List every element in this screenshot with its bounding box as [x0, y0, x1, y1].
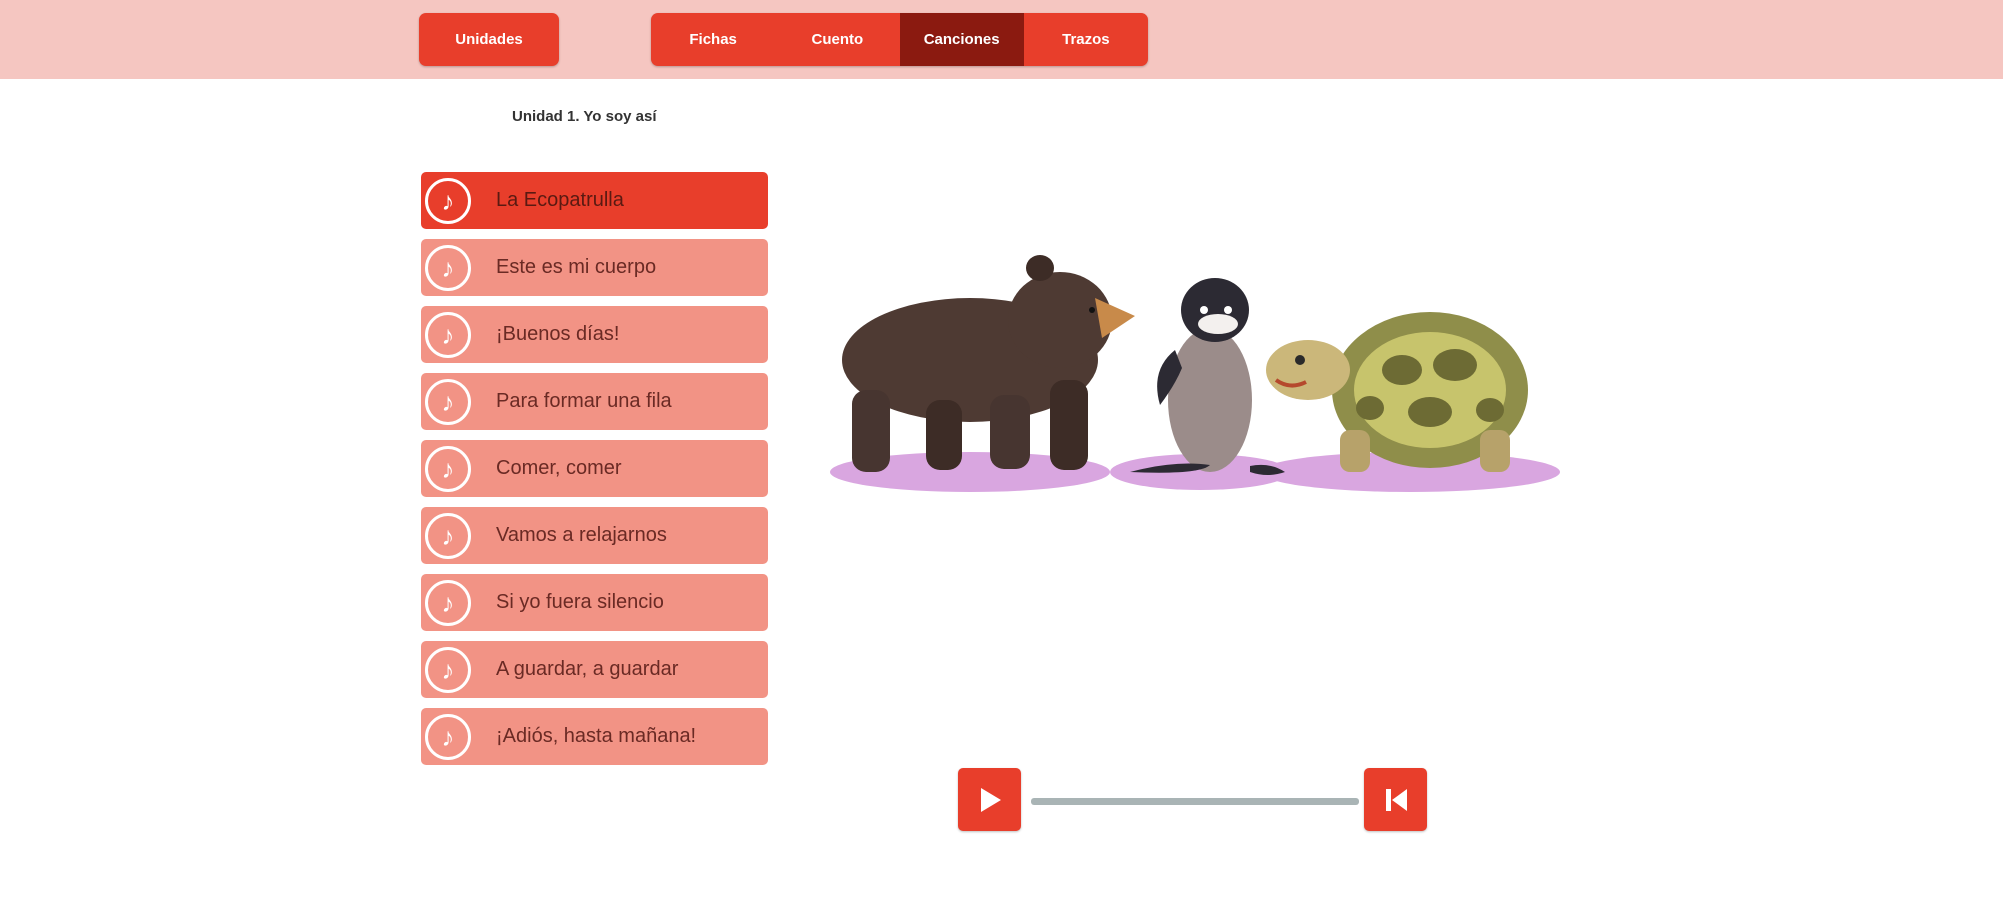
tab-cuento[interactable]: Cuento: [775, 13, 899, 66]
song-label: Para formar una fila: [496, 390, 672, 412]
tab-trazos[interactable]: Trazos: [1024, 13, 1148, 66]
tab-canciones[interactable]: Canciones: [899, 13, 1024, 66]
play-button[interactable]: [958, 768, 1021, 831]
music-note-icon: ♪: [425, 244, 471, 291]
song-label: Si yo fuera silencio: [496, 591, 664, 613]
music-note-icon: ♪: [425, 579, 471, 626]
song-label: ¡Buenos días!: [496, 323, 620, 345]
restart-button[interactable]: [1364, 768, 1427, 831]
play-icon: [980, 787, 1001, 812]
turtle-illustration: [1266, 312, 1528, 472]
audio-progress-track[interactable]: [1031, 798, 1359, 805]
song-item-este-es-mi-cuerpo[interactable]: ♪ Este es mi cuerpo: [421, 239, 768, 296]
song-item-comer-comer[interactable]: ♪ Comer, comer: [421, 440, 768, 497]
song-illustration: [830, 255, 1560, 492]
song-label: Vamos a relajarnos: [496, 524, 667, 546]
bear-illustration: [842, 255, 1135, 472]
music-note-icon: ♪: [425, 445, 471, 492]
song-item-vamos-a-relajarnos[interactable]: ♪ Vamos a relajarnos: [421, 507, 768, 564]
song-item-la-ecopatrulla[interactable]: ♪ La Ecopatrulla: [421, 172, 768, 229]
song-item-si-yo-fuera-silencio[interactable]: ♪ Si yo fuera silencio: [421, 574, 768, 631]
music-note-icon: ♪: [425, 177, 471, 224]
unit-title: Unidad 1. Yo soy así: [512, 108, 657, 125]
song-label: ¡Adiós, hasta mañana!: [496, 725, 697, 747]
song-item-buenos-dias[interactable]: ♪ ¡Buenos días!: [421, 306, 768, 363]
top-navigation-bar: Unidades Fichas Cuento Canciones Trazos: [0, 0, 2003, 79]
song-item-a-guardar[interactable]: ♪ A guardar, a guardar: [421, 641, 768, 698]
song-label: A guardar, a guardar: [496, 658, 679, 680]
skip-back-icon: [1385, 788, 1407, 811]
section-tabs: Fichas Cuento Canciones Trazos: [651, 13, 1148, 66]
song-label: Comer, comer: [496, 457, 622, 479]
music-note-icon: ♪: [425, 311, 471, 358]
song-label: Este es mi cuerpo: [496, 256, 657, 278]
song-list: ♪ La Ecopatrulla ♪ Este es mi cuerpo ♪ ¡…: [421, 172, 768, 775]
music-note-icon: ♪: [425, 378, 471, 425]
tab-fichas[interactable]: Fichas: [651, 13, 775, 66]
music-note-icon: ♪: [425, 646, 471, 693]
penguin-illustration: [1130, 278, 1285, 475]
song-item-para-formar-una-fila[interactable]: ♪ Para formar una fila: [421, 373, 768, 430]
song-item-adios-hasta-manana[interactable]: ♪ ¡Adiós, hasta mañana!: [421, 708, 768, 765]
music-note-icon: ♪: [425, 512, 471, 559]
units-button[interactable]: Unidades: [419, 13, 559, 66]
music-note-icon: ♪: [425, 713, 471, 760]
song-label: La Ecopatrulla: [496, 189, 624, 211]
